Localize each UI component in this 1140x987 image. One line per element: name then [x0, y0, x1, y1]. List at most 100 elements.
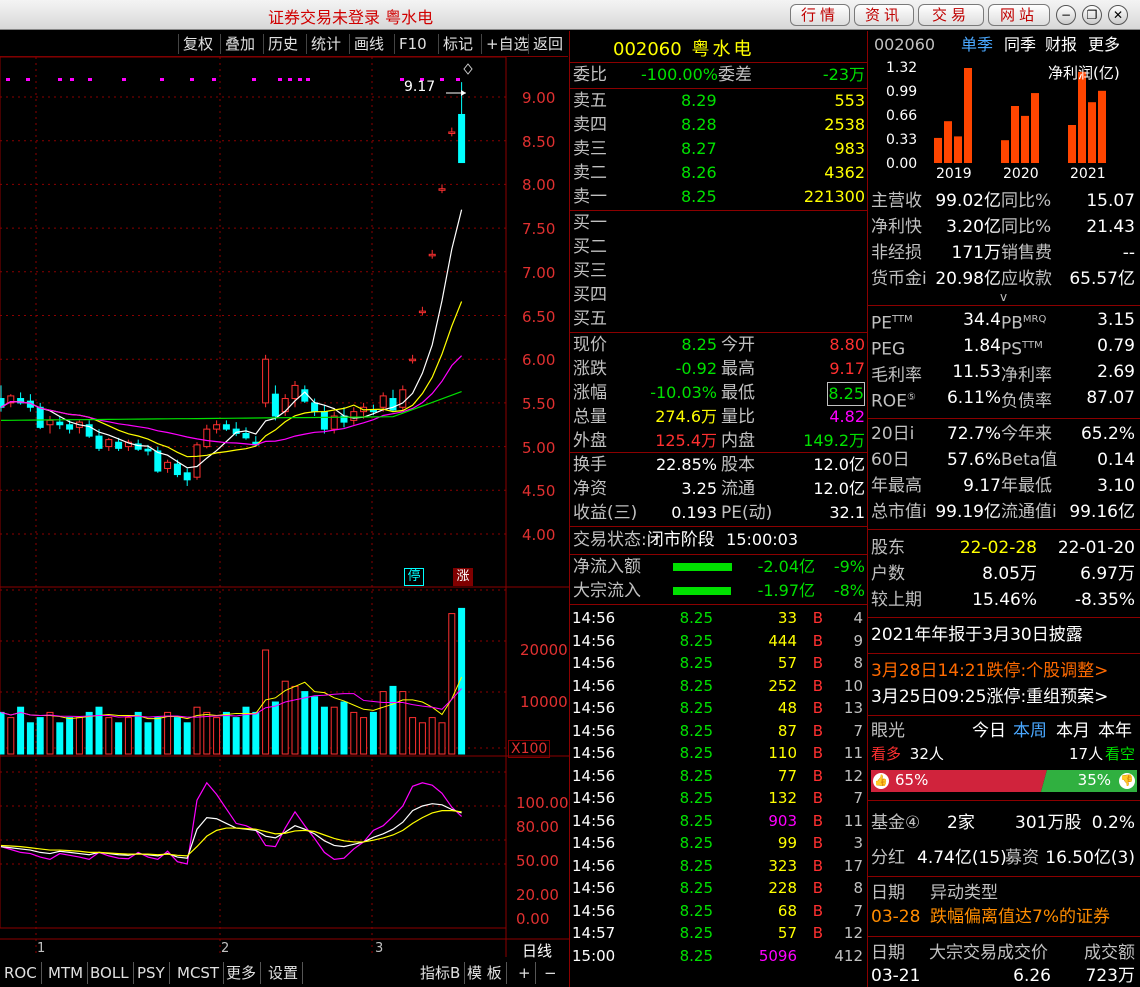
- tab-report[interactable]: 财报: [1045, 34, 1077, 56]
- bid-row[interactable]: 买三: [573, 260, 607, 282]
- nav-quotes-button[interactable]: 行情: [790, 4, 850, 26]
- nav-news-button[interactable]: 资讯: [854, 4, 914, 26]
- stat-label: 总量: [573, 407, 607, 427]
- tab-finance-more[interactable]: 更多: [1088, 34, 1120, 56]
- expand-chevron-icon[interactable]: v: [1000, 290, 1007, 304]
- ratio-label-text: 负债率: [1001, 391, 1052, 412]
- news-item-1[interactable]: 3月28日14:21跌停:个股调整>: [871, 660, 1108, 682]
- abnormal-row[interactable]: 03-28 跌幅偏离值达7%的证券: [871, 906, 1137, 928]
- tab-boll[interactable]: BOLL: [86, 962, 134, 984]
- candle-body: [330, 415, 338, 430]
- candle-body: [115, 441, 123, 449]
- finance-value: 3.20亿: [946, 217, 1001, 237]
- finance-row: 主营收 99.02亿 同比% 15.07: [871, 190, 1137, 212]
- money-flow-row[interactable]: 大宗流入 -1.97亿 -8%: [573, 580, 865, 602]
- report-notice[interactable]: 2021年年报于3月30日披露: [871, 624, 1083, 646]
- candle-body: [262, 358, 270, 404]
- bid-row[interactable]: 买五: [573, 308, 607, 330]
- toolbar-overlay[interactable]: 叠加: [220, 34, 255, 54]
- price-tick: 6.00: [522, 351, 556, 370]
- money-flow-row[interactable]: 净流入额 -2.04亿 -9%: [573, 556, 865, 578]
- toolbar-draw[interactable]: 画线: [349, 34, 384, 54]
- ask-row[interactable]: 卖一 8.25 221300: [573, 186, 865, 208]
- restore-icon[interactable]: ❐: [1082, 5, 1102, 25]
- signal-dot: [288, 78, 292, 81]
- tab-indicator-b[interactable]: 指标B: [416, 962, 466, 984]
- tick-price: 8.25: [679, 901, 713, 920]
- tab-roc[interactable]: ROC: [0, 962, 42, 984]
- high-arrowhead: [461, 90, 466, 96]
- bid-row[interactable]: 买四: [573, 284, 607, 306]
- ratio-label: PEG: [871, 339, 906, 360]
- price-tick: 4.00: [522, 526, 556, 544]
- bid-row[interactable]: 买二: [573, 236, 607, 258]
- tab-template[interactable]: 模 板: [463, 962, 507, 984]
- tab-settings[interactable]: 设置: [264, 962, 304, 984]
- nav-website-button[interactable]: 网站: [988, 4, 1050, 26]
- kline-chart[interactable]: [0, 57, 570, 987]
- toolbar-back[interactable]: 返回: [528, 34, 563, 54]
- tab-same-quarter[interactable]: 同季: [1004, 34, 1036, 56]
- tick-direction: B: [812, 924, 823, 942]
- tab-quarter[interactable]: 单季: [961, 34, 993, 56]
- ratio-value: 2.69: [1097, 362, 1135, 382]
- candle-body: [271, 393, 279, 417]
- stat-value: 12.0亿: [813, 479, 865, 498]
- sentiment-bar[interactable]: 👍 65% 35% 👎: [871, 770, 1137, 792]
- eye-tab-year[interactable]: 本年: [1098, 720, 1132, 742]
- tick-volume: 444: [768, 631, 797, 650]
- toolbar-mark[interactable]: 标记: [438, 34, 473, 54]
- volume-bar: [154, 717, 162, 755]
- volume-bar: [26, 722, 34, 755]
- minimize-icon[interactable]: −: [1056, 5, 1076, 25]
- block-date-header: 日期: [871, 943, 905, 963]
- stock-code: 002060: [613, 39, 682, 60]
- candle-body: [438, 188, 446, 191]
- zoom-out-button[interactable]: −: [540, 962, 561, 984]
- candle-body: [242, 432, 250, 439]
- perf-label: 20日i: [871, 424, 915, 444]
- ratio-value: 0.79: [1097, 336, 1135, 356]
- tick-count: 3: [853, 834, 863, 852]
- tab-psy[interactable]: PSY: [133, 962, 170, 984]
- tab-mtm[interactable]: MTM: [44, 962, 89, 984]
- toolbar-stats[interactable]: 统计: [306, 34, 341, 54]
- limit-up-badge: 涨: [453, 568, 473, 586]
- close-icon[interactable]: ✕: [1108, 5, 1128, 25]
- volume-bar: [17, 706, 25, 755]
- perf-label: 总市值i: [871, 502, 927, 522]
- finance-label: 净利快: [871, 217, 922, 237]
- toolbar-history[interactable]: 历史: [263, 34, 298, 54]
- ask-row[interactable]: 卖四 8.28 2538: [573, 114, 865, 136]
- price-tick: 7.00: [522, 263, 556, 282]
- tick-time: 14:56: [572, 789, 616, 807]
- ask-row[interactable]: 卖三 8.27 983: [573, 138, 865, 160]
- toolbar-restore-rights[interactable]: 复权: [178, 34, 213, 54]
- tab-more[interactable]: 更多: [222, 962, 262, 984]
- flow-value: -1.97亿: [757, 581, 815, 600]
- status-label: 交易状态:: [573, 530, 647, 550]
- tab-mcst[interactable]: MCST: [173, 962, 225, 984]
- stock-name: 粤水电: [691, 39, 755, 60]
- finance-label: 应收款: [1001, 269, 1052, 289]
- volume-bar: [330, 706, 338, 755]
- nav-trade-button[interactable]: 交易: [918, 4, 984, 26]
- eye-tab-week[interactable]: 本周: [1013, 720, 1047, 742]
- holder-value: -8.35%: [1074, 590, 1135, 610]
- zoom-in-button[interactable]: +: [514, 962, 536, 984]
- ask-row[interactable]: 卖五 8.29 553: [573, 90, 865, 112]
- eye-tab-today[interactable]: 今日: [972, 720, 1006, 742]
- toolbar-add-favorite[interactable]: +自选: [481, 34, 529, 54]
- ratio-label: ROE: [871, 391, 907, 412]
- period-selector[interactable]: 日线: [522, 940, 552, 961]
- ask-row[interactable]: 卖二 8.26 4362: [573, 162, 865, 184]
- finance-row: 非经损 171万 销售费 --: [871, 242, 1137, 264]
- stat-label: 涨跌: [573, 359, 607, 379]
- volume-bar: [124, 717, 132, 755]
- quote-stat2-row: 收益(三) 0.193 PE(动) 32.1: [573, 502, 865, 524]
- news-item-2[interactable]: 3月25日09:25涨停:重组预案>: [871, 686, 1108, 708]
- eye-tab-month[interactable]: 本月: [1056, 720, 1090, 742]
- bid-row[interactable]: 买一: [573, 212, 607, 234]
- quote-stat-row: 涨幅 -10.03% 最低 8.25: [573, 382, 865, 406]
- toolbar-f10[interactable]: F10: [394, 34, 427, 54]
